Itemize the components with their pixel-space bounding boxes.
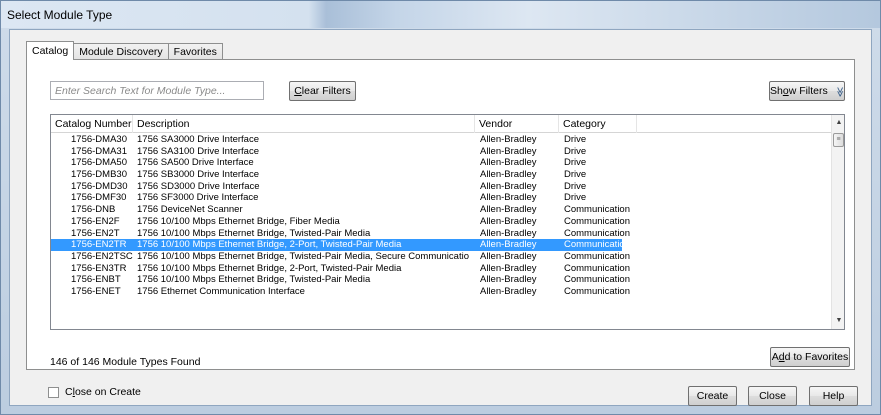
cell-description: 1756 SD3000 Drive Interface [137,180,260,192]
vertical-scrollbar[interactable]: ▲ ≡ ▼ [831,115,844,329]
cell-category: Drive [564,157,587,169]
scroll-up-icon[interactable]: ▲ [832,115,844,131]
cell-description: 1756 DeviceNet Scanner [137,204,243,216]
table-header: Catalog Number Description Vendor Catego… [51,115,831,133]
scroll-down-icon[interactable]: ▼ [832,313,844,329]
cell-description: 1756 SA3000 Drive Interface [137,134,259,145]
table-row[interactable]: 1756-DNB 1756 DeviceNet Scanner Allen-Brad… [51,204,831,216]
table-row[interactable]: 1756-EN2T 1756 10/100 Mbps Ethernet Bridg… [51,228,831,240]
dialog-client-area: Catalog Module Discovery Favorites Enter… [9,29,872,406]
cell-description: 1756 10/100 Mbps Ethernet Bridge, Twiste… [137,227,371,239]
table-body: 1756-DMA30 1756 SA3000 Drive Interface All… [51,134,831,298]
title-bar[interactable]: Select Module Type [1,1,880,28]
result-count: 146 of 146 Module Types Found [50,356,201,368]
cell-vendor: Allen-Bradley [480,285,537,297]
clear-filters-button[interactable]: Clear Filters [289,81,356,101]
column-header-catalog-number[interactable]: Catalog Number [51,115,133,133]
add-to-favorites-label-end: d to Favorites [784,351,849,363]
cell-category: Drive [564,192,587,204]
close-on-create-mnemonic-pre: C [65,386,73,398]
cell-category: Communication [564,274,630,286]
cell-category: Communication [564,285,630,297]
cell-vendor: Allen-Bradley [480,169,537,181]
cell-vendor: Allen-Bradley [480,134,537,145]
chevron-down-icon: ≫ [833,86,845,98]
cell-description: 1756 10/100 Mbps Ethernet Bridge, Fiber … [137,215,340,227]
help-button[interactable]: Help [809,386,858,406]
cell-vendor: Allen-Bradley [480,274,537,286]
cell-vendor: Allen-Bradley [480,262,537,274]
cell-vendor: Allen-Bradley [480,227,537,239]
cell-description: 1756 SF3000 Drive Interface [137,192,259,204]
window-title: Select Module Type [7,8,113,22]
cell-category: Communication [564,250,630,262]
cell-vendor: Allen-Bradley [480,192,537,204]
cell-description: 1756 SA3100 Drive Interface [137,145,259,157]
cell-category: Drive [564,145,587,157]
table-row[interactable]: 1756-EN2TSC 1756 10/100 Mbps Ethernet Bri… [51,251,831,263]
table-row[interactable]: 1756-DMA31 1756 SA3100 Drive Interface All… [51,146,831,158]
table-row[interactable]: 1756-DMF30 1756 SF3000 Drive Interface All… [51,192,831,204]
close-on-create-checkbox[interactable] [48,386,59,398]
cell-category: Drive [564,134,587,145]
cell-vendor: Allen-Bradley [480,204,537,216]
table-row[interactable]: 1756-EN2TR 1756 10/100 Mbps Ethernet Brid… [51,239,831,251]
cell-description: 1756 10/100 Mbps Ethernet Bridge, 2-Port… [137,239,402,251]
column-header-vendor[interactable]: Vendor [475,115,559,133]
column-header-category[interactable]: Category [559,115,637,133]
table-row[interactable]: 1756-DMA50 1756 SA500 Drive Interface Alle… [51,157,831,169]
cell-description: 1756 SB3000 Drive Interface [137,169,259,181]
table-row[interactable]: 1756-DMA30 1756 SA3000 Drive Interface All… [51,134,831,146]
tab-strip: Catalog Module Discovery Favorites [26,41,223,60]
table-row[interactable]: 1756-DMD30 1756 SD3000 Drive Interface All… [51,181,831,193]
table-row[interactable]: 1756-ENBT 1756 10/100 Mbps Ethernet Bridg… [51,274,831,286]
table-row[interactable]: 1756-EN2F 1756 10/100 Mbps Ethernet Bridg… [51,216,831,228]
tab-catalog[interactable]: Catalog [26,41,75,60]
cell-category: Communication [564,227,630,239]
cell-category: Communication [564,239,630,251]
close-on-create-option[interactable]: Cl ose on Create [48,386,141,398]
cell-vendor: Allen-Bradley [480,239,537,251]
create-button[interactable]: Create [688,386,737,406]
cell-description: 1756 10/100 Mbps Ethernet Bridge, Twiste… [137,250,469,262]
select-module-type-dialog: Select Module Type Catalog Module Discov… [0,0,881,415]
cell-description: 1756 10/100 Mbps Ethernet Bridge, 2-Port… [137,262,402,274]
cell-vendor: Allen-Bradley [480,157,537,169]
cell-category: Communication [564,204,630,216]
table-row[interactable]: 1756-EN3TR 1756 10/100 Mbps Ethernet Brid… [51,263,831,275]
cell-description: 1756 10/100 Mbps Ethernet Bridge, Twiste… [137,274,371,286]
cell-vendor: Allen-Bradley [480,250,537,262]
show-filters-label-start: Sh [770,85,783,97]
cell-category: Drive [564,180,587,192]
clear-filters-mnemonic: C [294,85,302,97]
cell-category: Communication [564,262,630,274]
cell-vendor: Allen-Bradley [480,145,537,157]
cell-description: 1756 Ethernet Communication Interface [137,285,305,297]
add-to-favorites-label-start: A [771,351,779,363]
module-type-table[interactable]: Catalog Number Description Vendor Catego… [50,114,845,330]
catalog-panel: Enter Search Text for Module Type... Cle… [26,59,855,370]
close-button[interactable]: Close [748,386,797,406]
add-to-favorites-button[interactable]: Add to Favorites [770,347,850,367]
show-filters-label-end: w Filters [788,85,828,97]
cell-vendor: Allen-Bradley [480,215,537,227]
cell-description: 1756 SA500 Drive Interface [137,157,254,169]
show-filters-button[interactable]: Show Filters ≫ [769,81,845,101]
table-row[interactable]: 1756-ENET 1756 Ethernet Communication Int… [51,286,831,298]
column-header-description[interactable]: Description [133,115,475,133]
tab-module-discovery[interactable]: Module Discovery [73,43,169,60]
cell-category: Communication [564,215,630,227]
cell-category: Drive [564,169,587,181]
close-on-create-label: ose on Create [74,386,141,398]
scroll-thumb[interactable]: ≡ [833,133,844,147]
clear-filters-label: lear Filters [301,85,351,97]
table-row[interactable]: 1756-DMB30 1756 SB3000 Drive Interface All… [51,169,831,181]
search-input[interactable]: Enter Search Text for Module Type... [50,81,264,100]
tab-favorites[interactable]: Favorites [167,43,223,60]
cell-vendor: Allen-Bradley [480,180,537,192]
